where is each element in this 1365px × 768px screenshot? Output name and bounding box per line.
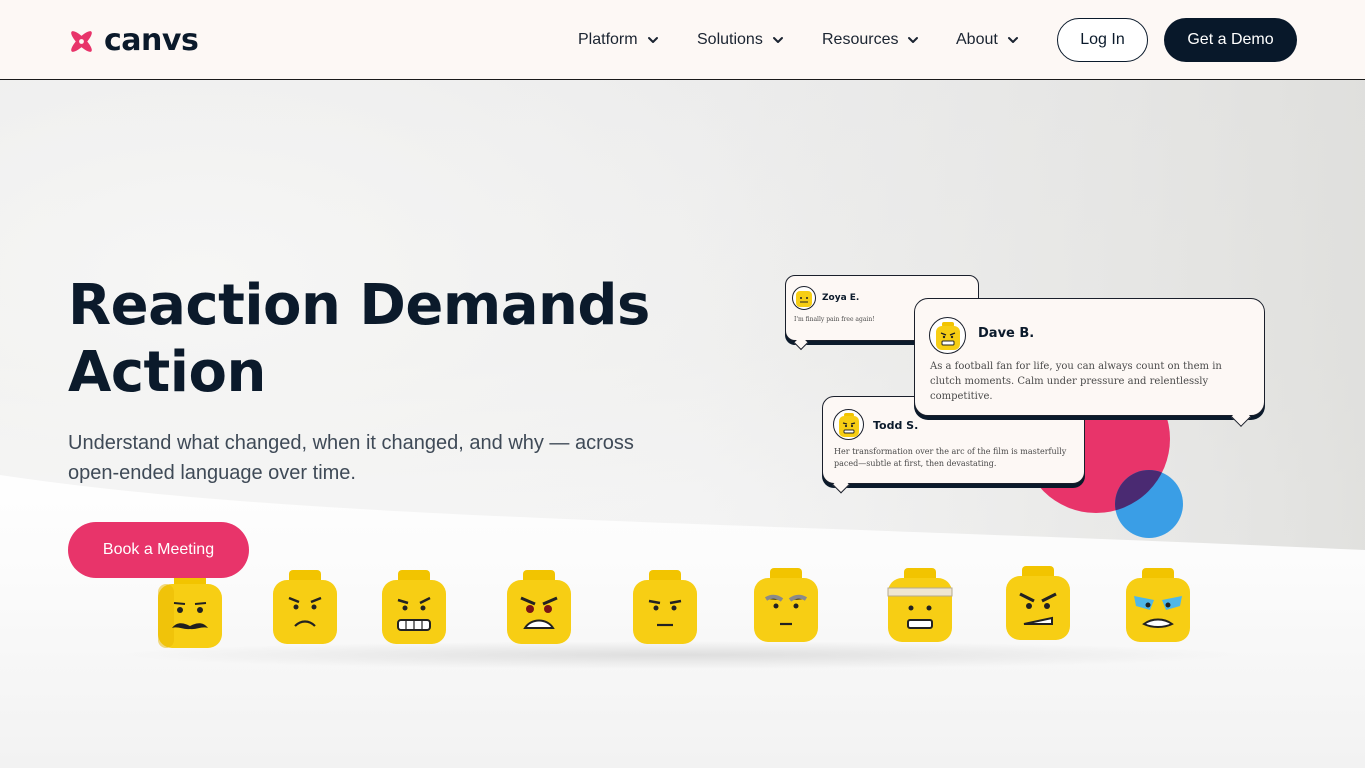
nav-item-label: Platform [578,31,638,48]
hero-section: Reaction Demands Action Understand what … [0,80,1365,768]
nav-item-label: About [956,31,998,48]
login-button[interactable]: Log In [1057,18,1148,62]
hero-subtitle: Understand what changed, when it changed… [68,432,634,484]
hero-title: Reaction Demands Action [68,272,708,406]
get-demo-button[interactable]: Get a Demo [1164,18,1297,62]
hero-title-line: Reaction Demands [68,273,650,338]
nav-item-label: Resources [822,31,899,48]
nav-item-about[interactable]: About [956,28,1020,52]
lego-head-blue-paint [1124,566,1192,650]
lego-head-mustache [156,572,224,656]
chevron-down-icon [908,37,919,43]
testimonial-bubble-dave: Dave B. As a football fan for life, you … [914,298,1265,427]
testimonial-name: Dave B. [978,326,1035,341]
main-nav: Platform Solutions Resources About Log I… [0,0,1365,80]
testimonial-text: As a football fan for life, you can alwa… [930,361,1222,402]
hero-title-line: Action [68,340,266,405]
lego-head-frown [271,568,339,652]
nav-item-solutions[interactable]: Solutions [697,28,785,52]
chevron-down-icon [772,37,783,43]
lego-head-angry [505,568,573,652]
nav-item-platform[interactable]: Platform [578,28,660,52]
lego-head-snarl [1004,564,1072,648]
testimonial-text: Her transformation over the arc of the f… [834,447,1067,468]
chevron-down-icon [647,37,658,43]
nav-item-label: Solutions [697,31,763,48]
avatar [792,286,816,310]
lego-head-bushy-brows [752,566,820,650]
testimonial-name: Zoya E. [822,293,860,303]
nav-item-resources[interactable]: Resources [822,28,920,52]
avatar [833,409,864,440]
chevron-down-icon [1007,37,1018,43]
lego-head-grin [380,568,448,652]
decorative-overlap-circle [1115,470,1183,538]
site-header: canvs Platform Solutions Resources About… [0,0,1365,80]
lego-head-serious [631,568,699,652]
avatar [929,317,966,354]
book-meeting-button[interactable]: Book a Meeting [68,522,249,578]
testimonial-name: Todd S. [873,419,919,432]
lego-head-headband [886,566,954,650]
